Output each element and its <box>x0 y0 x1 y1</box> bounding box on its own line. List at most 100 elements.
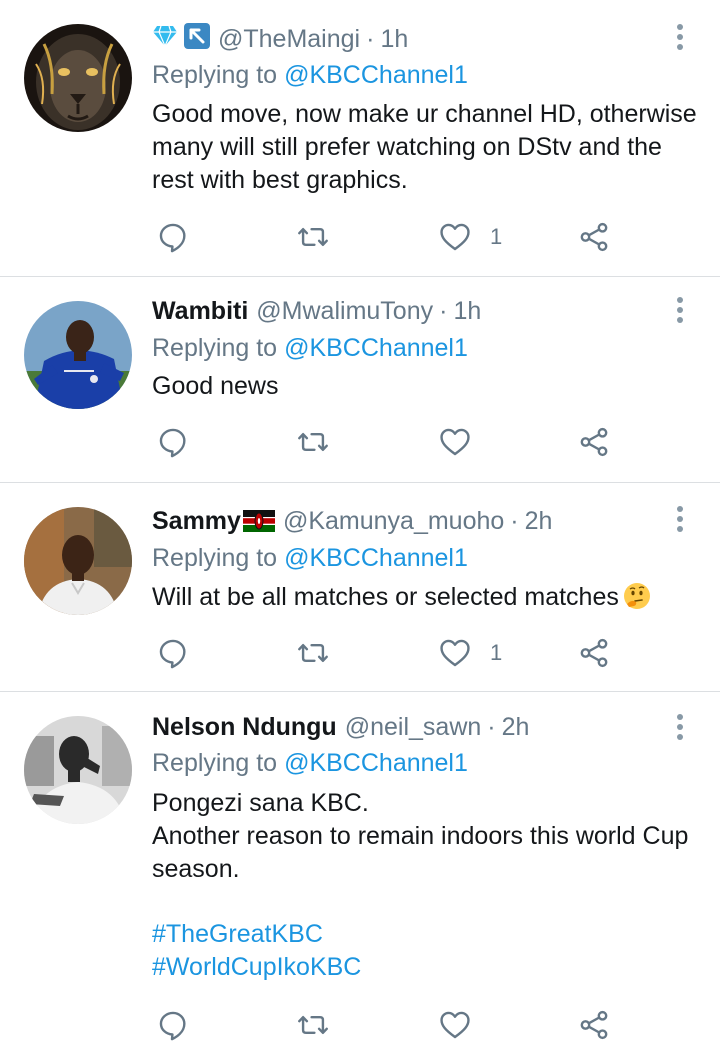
tweet-text: Will at be all matches or selected match… <box>152 581 697 614</box>
mention-link[interactable]: @KBCChannel1 <box>284 334 468 362</box>
reply-icon <box>159 223 186 253</box>
like-count: 1 <box>490 640 503 665</box>
separator-dot: · <box>439 296 448 325</box>
avatar[interactable] <box>24 716 132 824</box>
retweet-icon <box>298 433 328 451</box>
reply-button[interactable] <box>156 1005 190 1045</box>
tweet[interactable]: Nelson Ndungu @neil_sawn · 2h Replying t… <box>0 692 720 1064</box>
retweet-icon <box>298 1016 328 1034</box>
heart-icon <box>440 223 470 251</box>
user-name[interactable]: Sammy <box>152 507 241 536</box>
replying-to-label: Replying to <box>152 544 278 572</box>
reply-button[interactable] <box>156 217 190 257</box>
retweet-button[interactable] <box>296 633 330 673</box>
tweet-actions <box>152 422 622 462</box>
text-spacer <box>152 886 697 918</box>
heart-icon <box>440 1011 470 1039</box>
more-options-icon[interactable] <box>672 506 688 536</box>
heart-icon <box>440 639 470 667</box>
share-icon <box>580 1010 608 1040</box>
like-button[interactable]: 1 <box>438 633 502 673</box>
replying-to-label: Replying to <box>152 749 278 777</box>
timestamp[interactable]: 1h <box>380 25 408 54</box>
reply-button[interactable] <box>156 633 190 673</box>
tweet-header: Wambiti @MwalimuTony · 1h <box>152 294 481 328</box>
tweet-text-line: Another reason to remain indoors this wo… <box>152 822 689 850</box>
diamond-emoji-icon <box>152 24 178 55</box>
retweet-button[interactable] <box>296 217 330 257</box>
like-button[interactable] <box>438 422 490 462</box>
share-button[interactable] <box>577 217 611 257</box>
tweet-text: Good news <box>152 370 697 403</box>
hashtag-link[interactable]: #WorldCupIkoKBC <box>152 951 697 984</box>
tweet-text: Pongezi sana KBC. Another reason to rema… <box>152 787 697 984</box>
mention-link[interactable]: @KBCChannel1 <box>284 544 468 572</box>
separator-dot: · <box>366 24 375 53</box>
reply-button[interactable] <box>156 422 190 462</box>
like-button[interactable] <box>438 1005 490 1045</box>
reply-icon <box>159 639 186 669</box>
tweet[interactable]: Wambiti @MwalimuTony · 1h Replying to @KB… <box>0 277 720 483</box>
tweet-text-line: Good move, now make ur channel HD, other… <box>152 100 697 128</box>
tweet-header: Sammy @Kamunya_muoho · 2h <box>152 504 552 538</box>
tweet-text-line: Good news <box>152 372 279 400</box>
avatar[interactable] <box>24 24 132 132</box>
separator-dot: · <box>510 506 519 535</box>
user-handle[interactable]: @neil_sawn <box>345 713 482 742</box>
more-options-icon[interactable] <box>672 24 688 54</box>
user-handle[interactable]: @Kamunya_muoho <box>283 507 504 536</box>
thinking-face-emoji-icon <box>623 582 651 610</box>
user-handle[interactable]: @TheMaingi <box>218 25 360 54</box>
hashtag-link[interactable]: #TheGreatKBC <box>152 918 697 951</box>
timestamp[interactable]: 2h <box>502 713 530 742</box>
user-name[interactable]: Wambiti <box>152 297 248 326</box>
retweet-button[interactable] <box>296 422 330 462</box>
share-icon <box>580 222 608 252</box>
tweet-actions <box>152 1005 622 1045</box>
avatar[interactable] <box>24 301 132 409</box>
reply-icon <box>159 428 186 458</box>
timestamp[interactable]: 1h <box>453 297 481 326</box>
user-name[interactable]: Nelson Ndungu <box>152 713 337 742</box>
mention-link[interactable]: @KBCChannel1 <box>284 749 468 777</box>
retweet-icon <box>298 228 328 246</box>
replying-to: Replying to @KBCChannel1 <box>152 749 468 778</box>
arrow-up-left-emoji-icon <box>184 22 210 56</box>
tweet[interactable]: Sammy @Kamunya_muoho · 2h Replying to @KB… <box>0 483 720 692</box>
tweet-text-line: Will at be all matches or selected match… <box>152 581 697 614</box>
tweet-text-line: season. <box>152 855 240 883</box>
tweet-text-line: many will still prefer watching on DStv … <box>152 133 662 161</box>
more-options-icon[interactable] <box>672 297 688 327</box>
tweet-header: Nelson Ndungu @neil_sawn · 2h <box>152 710 529 744</box>
tweet-actions: 1 <box>152 633 622 673</box>
replying-to: Replying to @KBCChannel1 <box>152 544 468 573</box>
tweet-text-content: Will at be all matches or selected match… <box>152 583 619 611</box>
kenya-flag-emoji-icon <box>242 510 275 532</box>
share-button[interactable] <box>577 633 611 673</box>
replying-to: Replying to @KBCChannel1 <box>152 334 468 363</box>
user-handle[interactable]: @MwalimuTony <box>256 297 433 326</box>
like-count: 1 <box>490 224 503 249</box>
mention-link[interactable]: @KBCChannel1 <box>284 61 468 89</box>
timestamp[interactable]: 2h <box>525 507 553 536</box>
replying-to: Replying to @KBCChannel1 <box>152 61 468 90</box>
heart-icon <box>440 428 470 456</box>
share-button[interactable] <box>577 1005 611 1045</box>
tweet[interactable]: @TheMaingi · 1h Replying to @KBCChannel1 … <box>0 0 720 277</box>
tweet-header: @TheMaingi · 1h <box>152 22 408 56</box>
share-icon <box>580 638 608 668</box>
tweet-text: Good move, now make ur channel HD, other… <box>152 98 697 197</box>
like-button[interactable]: 1 <box>438 217 502 257</box>
more-options-icon[interactable] <box>672 714 688 744</box>
retweet-button[interactable] <box>296 1005 330 1045</box>
share-icon <box>580 427 608 457</box>
avatar[interactable] <box>24 507 132 615</box>
share-button[interactable] <box>577 422 611 462</box>
tweet-actions: 1 <box>152 217 622 257</box>
tweet-text-line: rest with best graphics. <box>152 166 408 194</box>
tweet-text-line: Pongezi sana KBC. <box>152 789 369 817</box>
separator-dot: · <box>487 712 496 741</box>
replying-to-label: Replying to <box>152 334 278 362</box>
replying-to-label: Replying to <box>152 61 278 89</box>
retweet-icon <box>298 644 328 662</box>
